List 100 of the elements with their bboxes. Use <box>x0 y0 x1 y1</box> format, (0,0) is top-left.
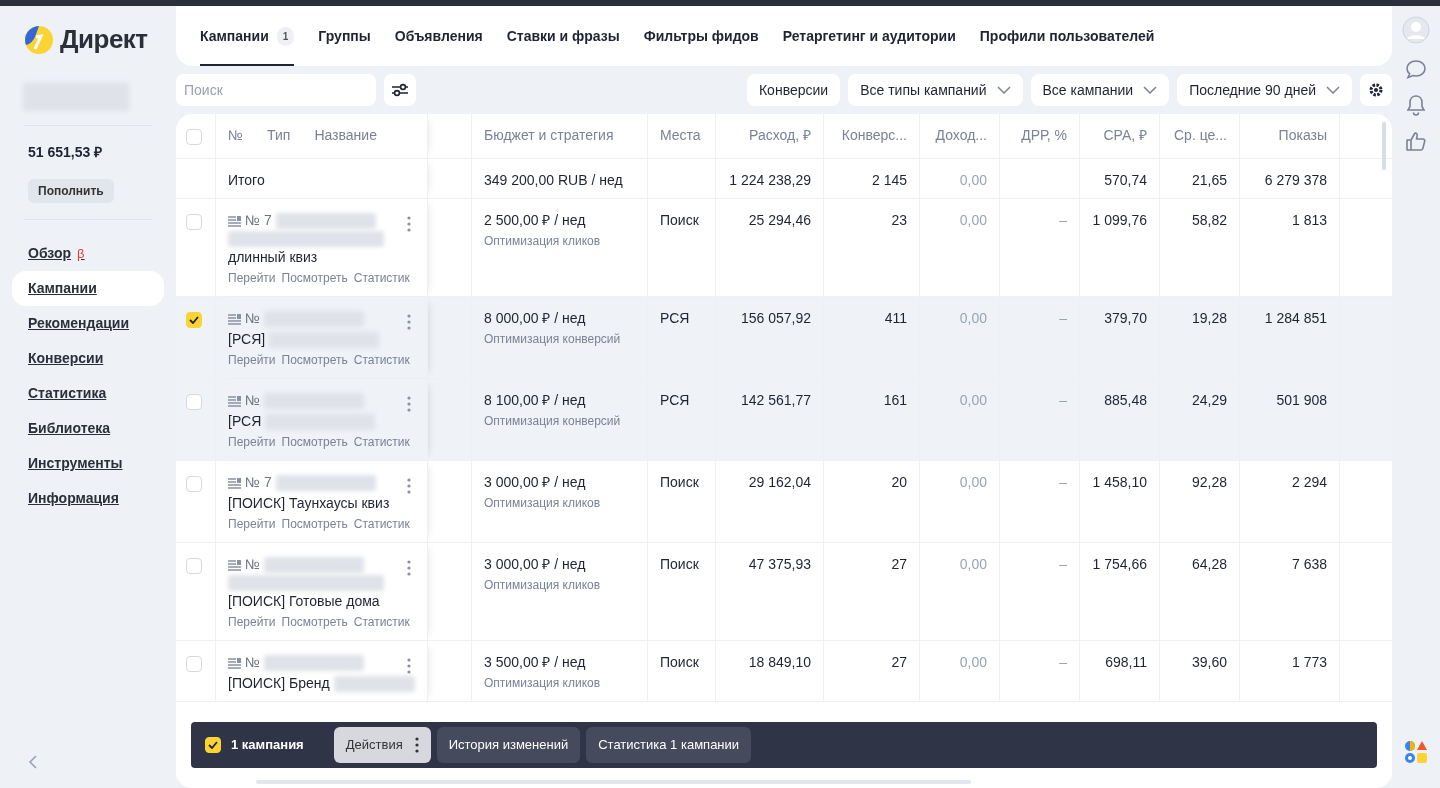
sidebar-item[interactable]: Статистика <box>12 376 123 411</box>
checkbox[interactable] <box>186 129 202 145</box>
campaign-name[interactable]: [ПОИСК] Таунхаусы квиз <box>228 493 390 514</box>
sidebar-item[interactable]: Рекомендации <box>12 306 146 341</box>
checkbox[interactable] <box>186 312 202 328</box>
table-cell: 6 279 378 <box>1264 172 1327 188</box>
checkbox[interactable] <box>186 476 202 492</box>
tab[interactable]: Группы <box>318 6 371 66</box>
tab[interactable]: Ставки и фразы <box>506 6 620 66</box>
checkbox[interactable] <box>205 737 221 753</box>
table-cell: 885,48 <box>1104 392 1147 408</box>
table-cell: – <box>1059 392 1067 408</box>
actions-menu-button[interactable]: Действия <box>333 727 431 763</box>
campaign-name[interactable]: [ПОИСК] Готовые дома <box>228 591 380 612</box>
campaign-link[interactable]: Статистик <box>353 350 410 371</box>
table-cell: 27 <box>891 654 907 670</box>
campaign-link[interactable]: Перейти <box>228 432 276 453</box>
campaign-link[interactable]: Статистик <box>353 268 410 289</box>
sidebar-item[interactable]: Обзор β <box>12 236 101 271</box>
campaign-link[interactable]: Перейти <box>228 514 276 535</box>
table-cell: 18 849,10 <box>748 654 811 670</box>
table-cell: 19,28 <box>1191 310 1227 326</box>
campaign-link[interactable]: Посмотреть <box>281 514 348 535</box>
campaign-link[interactable]: Статистик <box>353 612 410 633</box>
tab[interactable]: Кампании 1 <box>200 6 295 66</box>
column-header[interactable]: Бюджет и стратегия <box>484 127 614 143</box>
checkbox[interactable] <box>186 656 202 672</box>
campaign-link[interactable]: Посмотреть <box>281 350 348 371</box>
campaign-name[interactable]: [ПОИСК] Бренд <box>228 673 330 694</box>
column-header[interactable]: Название <box>314 125 377 151</box>
table-cell: РСЯ <box>660 310 690 326</box>
column-header[interactable]: № <box>228 125 244 151</box>
sidebar-item[interactable]: Инструменты <box>12 446 139 481</box>
sidebar-item[interactable]: Библиотека <box>12 411 127 446</box>
table-cell: 3 000,00 ₽ / нед <box>484 556 586 572</box>
column-header[interactable]: CPA, ₽ <box>1103 127 1147 143</box>
tab[interactable]: Профили пользователей <box>979 6 1155 66</box>
table-row[interactable]: № [ПОИСК] Бренд 3 500,00 ₽ / нед Оптимизация кликов Поиск 18 849,10 27 0,00 – 698,11 39,60 1 773 <box>176 641 1392 702</box>
campaign-link[interactable]: Посмотреть <box>281 432 348 453</box>
total-label: Итого <box>228 172 265 188</box>
table-row[interactable]: № 7 [ПОИСК] Таунхаусы квиз Перейти Посмотреть Статистик 3 000,00 ₽ / нед Оптимизация кликов Поиск 29 162,04 20 0,00 – 1 458,10 92,28 2 294 <box>176 461 1392 543</box>
campaign-link[interactable]: Статистик <box>353 514 410 535</box>
campaign-link[interactable]: Перейти <box>228 268 276 289</box>
top-up-button[interactable]: Пополнить <box>28 179 114 203</box>
action-button[interactable]: Статистика 1 кампании <box>586 727 752 763</box>
column-header[interactable]: Тип <box>267 125 291 151</box>
filter-settings-button[interactable] <box>384 74 416 106</box>
column-header[interactable]: Ср. це... <box>1174 127 1227 143</box>
table-cell: Поиск <box>660 654 699 670</box>
notification-icon[interactable] <box>1406 94 1426 116</box>
checkbox[interactable] <box>186 214 202 230</box>
campaign-number: № 7 <box>245 211 272 230</box>
sidebar-item[interactable]: Конверсии <box>12 341 120 376</box>
column-header[interactable]: Места <box>660 127 701 143</box>
column-header[interactable]: ДРР, % <box>1021 127 1067 143</box>
table-cell: 570,74 <box>1104 172 1147 188</box>
table-cell: 1 284 851 <box>1264 310 1327 326</box>
checkbox[interactable] <box>186 394 202 410</box>
campaign-name[interactable]: [РСЯ] <box>228 329 266 350</box>
settings-button[interactable] <box>1360 74 1392 106</box>
tab[interactable]: Фильтры фидов <box>643 6 759 66</box>
sidebar-item[interactable]: Кампании <box>12 271 164 306</box>
gear-icon <box>1367 81 1385 99</box>
column-header[interactable]: Конверс... <box>841 127 907 143</box>
campaign-name[interactable]: [РСЯ <box>228 411 262 432</box>
thumbs-up-icon[interactable] <box>1405 130 1427 152</box>
table-cell: 1 773 <box>1291 654 1327 670</box>
tab[interactable]: Ретаргетинг и аудитории <box>782 6 956 66</box>
services-drawing[interactable] <box>1404 740 1428 764</box>
column-header[interactable]: Доход... <box>935 127 987 143</box>
filter-button[interactable]: Конверсии <box>746 74 841 106</box>
tab[interactable]: Объявления <box>394 6 483 66</box>
strategy-text: Оптимизация кликов <box>484 233 602 250</box>
table-cell: 411 <box>884 310 907 326</box>
campaign-link[interactable]: Посмотреть <box>281 612 348 633</box>
campaign-link[interactable]: Перейти <box>228 612 276 633</box>
dropdown-button[interactable]: Все типы кампаний <box>848 74 1023 106</box>
table-row[interactable]: № 7 длинный квиз Перейти Посмотреть Статистик 2 500,00 ₽ / нед Оптимизация кликов Поиск 25 294,46 23 0,00 – 1 099,76 58,82 1 813 <box>176 199 1392 297</box>
sidebar-item[interactable]: Информация <box>12 481 135 516</box>
search-field[interactable]: Поиск <box>176 74 376 106</box>
table-row[interactable]: № [РСЯ] Перейти Посмотреть Статистик 8 000,00 ₽ / нед Оптимизация конверсий РСЯ 156 057,92 411 0,00 – 379,70 19,28 1 284 851 <box>176 297 1392 379</box>
table-cell: 39,60 <box>1191 654 1227 670</box>
campaign-link[interactable]: Статистик <box>353 432 410 453</box>
table-cell: 27 <box>891 556 907 572</box>
scrollbar[interactable] <box>1382 122 1386 170</box>
campaign-name[interactable]: длинный квиз <box>228 247 318 268</box>
chat-icon[interactable] <box>1405 58 1427 80</box>
column-header[interactable]: Расход, ₽ <box>749 127 811 143</box>
table-cell: 3 000,00 ₽ / нед <box>484 474 586 490</box>
column-header[interactable]: Показы <box>1278 127 1327 143</box>
dropdown-button[interactable]: Последние 90 дней <box>1177 74 1352 106</box>
checkbox[interactable] <box>186 558 202 574</box>
table-row[interactable]: № [РСЯ Перейти Посмотреть Статистик 8 100,00 ₽ / нед Оптимизация конверсий РСЯ 142 561,77 161 0,00 – 885,48 24,29 501 908 <box>176 379 1392 461</box>
dropdown-button[interactable]: Все кампании <box>1030 74 1170 106</box>
campaign-link[interactable]: Перейти <box>228 350 276 371</box>
campaign-number: № 7 <box>245 473 272 492</box>
campaign-link[interactable]: Посмотреть <box>281 268 348 289</box>
count-badge: 1 <box>276 26 295 46</box>
table-row[interactable]: № [ПОИСК] Готовые дома Перейти Посмотреть Статистик 3 000,00 ₽ / нед Оптимизация кликов Поиск 47 375,93 27 0,00 – 1 754,66 64,28 7 638 <box>176 543 1392 641</box>
action-button[interactable]: История изменений <box>436 727 581 763</box>
